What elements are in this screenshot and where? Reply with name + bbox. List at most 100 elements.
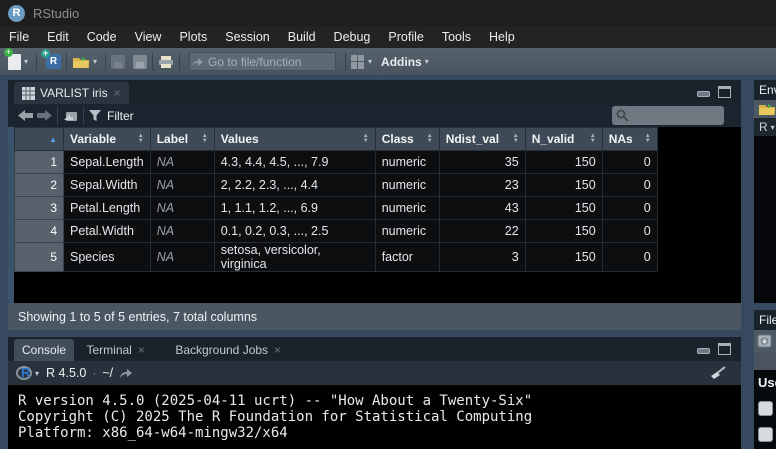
- addins-button[interactable]: Addins: [381, 55, 422, 69]
- separator-dot: ·: [92, 366, 96, 380]
- goto-file-function-input[interactable]: Go to file/function: [189, 52, 336, 71]
- cell-nas: 0: [602, 197, 657, 220]
- minimize-pane-icon[interactable]: [697, 348, 710, 354]
- entries-summary: Showing 1 to 5 of 5 entries, 7 total col…: [18, 310, 257, 324]
- header-rownum[interactable]: ▲: [15, 128, 64, 151]
- tab-environment[interactable]: Environment: [754, 83, 776, 97]
- header-ndist-val[interactable]: Ndist_val▲▼: [439, 128, 525, 151]
- files-path-breadcrumb[interactable]: Users: [758, 375, 776, 390]
- environment-toolbar: [754, 100, 776, 118]
- menu-tools[interactable]: Tools: [433, 26, 480, 48]
- header-nas[interactable]: NAs▲▼: [602, 128, 657, 151]
- console-tab-strip: Console Terminal × Background Jobs ×: [8, 337, 741, 361]
- save-icon[interactable]: [111, 52, 125, 72]
- menu-session[interactable]: Session: [216, 26, 278, 48]
- clear-console-broom-icon[interactable]: [709, 366, 727, 380]
- header-values[interactable]: Values▲▼: [214, 128, 375, 151]
- main-toolbar: ▾ R ▾ Go to file/function ▾ Addins ▾: [0, 48, 776, 75]
- goto-placeholder: Go to file/function: [208, 55, 301, 69]
- addins-caret-icon[interactable]: ▾: [425, 57, 429, 66]
- cell-variable: Sepal.Length: [64, 151, 151, 174]
- file-checkbox[interactable]: [758, 427, 773, 442]
- cell-ndist: 35: [439, 151, 525, 174]
- panes-layout-icon[interactable]: [351, 52, 365, 72]
- maximize-pane-icon[interactable]: [718, 343, 731, 355]
- forward-arrow-icon[interactable]: [37, 106, 52, 126]
- header-variable[interactable]: Variable▲▼: [64, 128, 151, 151]
- table-row[interactable]: 3 Petal.Length NA 1, 1.1, 1.2, ..., 6.9 …: [15, 197, 658, 220]
- tab-background-jobs[interactable]: Background Jobs ×: [167, 339, 289, 361]
- back-arrow-icon[interactable]: [18, 106, 33, 126]
- viewer-search-input[interactable]: [612, 106, 724, 125]
- table-row[interactable]: 1 Sepal.Length NA 4.3, 4.4, 4.5, ..., 7.…: [15, 151, 658, 174]
- print-icon[interactable]: [158, 52, 174, 72]
- new-file-caret-icon[interactable]: ▾: [24, 57, 28, 66]
- open-file-icon[interactable]: [72, 52, 90, 72]
- import-dataset-folder-icon[interactable]: [758, 102, 776, 116]
- viewer-status-bar: Showing 1 to 5 of 5 entries, 7 total col…: [8, 303, 741, 330]
- menu-file[interactable]: File: [0, 26, 38, 48]
- cell-label: NA: [150, 243, 214, 272]
- cell-nas: 0: [602, 151, 657, 174]
- terminal-tab-close-icon[interactable]: ×: [138, 343, 145, 357]
- row-number: 3: [15, 197, 64, 220]
- environment-content: [754, 136, 776, 303]
- header-class[interactable]: Class▲▼: [375, 128, 439, 151]
- viewer-table-area: ▲ Variable▲▼ Label▲▼ Values▲▼ Class▲▼ Nd…: [8, 127, 741, 303]
- cell-class: numeric: [375, 220, 439, 243]
- menu-build[interactable]: Build: [279, 26, 325, 48]
- menu-code[interactable]: Code: [78, 26, 126, 48]
- header-n-valid[interactable]: N_valid▲▼: [525, 128, 602, 151]
- cell-variable: Sepal.Width: [64, 174, 151, 197]
- toolbar-separator: [66, 53, 67, 71]
- cell-variable: Petal.Width: [64, 220, 151, 243]
- row-number: 5: [15, 243, 64, 272]
- console-line: Platform: x86_64-w64-mingw32/x64: [18, 425, 288, 441]
- console-toolbar: R ▾ R 4.5.0 · ~/: [8, 361, 741, 385]
- files-toolbar: [754, 330, 776, 352]
- new-file-box-icon[interactable]: [757, 333, 773, 349]
- tab-console[interactable]: Console: [14, 339, 74, 361]
- header-label[interactable]: Label▲▼: [150, 128, 214, 151]
- app-title: RStudio: [33, 6, 79, 21]
- table-row[interactable]: 4 Petal.Width NA 0.1, 0.2, 0.3, ..., 2.5…: [15, 220, 658, 243]
- tab-terminal[interactable]: Terminal ×: [78, 339, 152, 361]
- tab-varlist-iris[interactable]: VARLIST iris ×: [14, 82, 129, 104]
- panes-layout-caret-icon[interactable]: ▾: [368, 57, 372, 66]
- new-file-icon[interactable]: [0, 52, 21, 72]
- menu-debug[interactable]: Debug: [325, 26, 380, 48]
- menu-edit[interactable]: Edit: [38, 26, 78, 48]
- background-jobs-tab-label: Background Jobs: [175, 343, 268, 357]
- cell-label: NA: [150, 151, 214, 174]
- menu-plots[interactable]: Plots: [170, 26, 216, 48]
- goto-directory-icon[interactable]: [118, 367, 133, 379]
- maximize-pane-icon[interactable]: [718, 86, 731, 98]
- toolbar-separator: [179, 53, 180, 71]
- cell-label: NA: [150, 197, 214, 220]
- save-all-icon[interactable]: [133, 52, 147, 72]
- sort-icons: ▲▼: [513, 134, 519, 144]
- table-row[interactable]: 2 Sepal.Width NA 2, 2.2, 2.3, ..., 4.4 n…: [15, 174, 658, 197]
- open-file-caret-icon[interactable]: ▾: [93, 57, 97, 66]
- file-checkbox[interactable]: [758, 401, 773, 416]
- environment-r-selector[interactable]: R ▾: [754, 118, 776, 136]
- console-output[interactable]: R version 4.5.0 (2025-04-11 ucrt) -- "Ho…: [8, 385, 741, 449]
- viewer-tab-close-icon[interactable]: ×: [114, 86, 121, 100]
- sort-icons: ▲▼: [202, 134, 208, 144]
- menu-view[interactable]: View: [126, 26, 171, 48]
- tab-files[interactable]: Files: [754, 313, 776, 327]
- background-jobs-tab-close-icon[interactable]: ×: [274, 343, 281, 357]
- cell-nas: 0: [602, 243, 657, 272]
- cell-class: numeric: [375, 174, 439, 197]
- table-row[interactable]: 5 Species NA setosa, versicolor, virgini…: [15, 243, 658, 272]
- menu-profile[interactable]: Profile: [379, 26, 432, 48]
- sort-icons: ▲▼: [138, 134, 144, 144]
- filter-button[interactable]: Filter: [107, 109, 134, 123]
- new-project-icon[interactable]: R: [42, 52, 61, 72]
- toolbar-separator: [36, 53, 37, 71]
- menu-help[interactable]: Help: [480, 26, 524, 48]
- r-version-caret-icon[interactable]: ▾: [35, 369, 39, 378]
- open-in-new-window-icon[interactable]: [63, 106, 78, 126]
- minimize-pane-icon[interactable]: [697, 91, 710, 97]
- cell-label: NA: [150, 220, 214, 243]
